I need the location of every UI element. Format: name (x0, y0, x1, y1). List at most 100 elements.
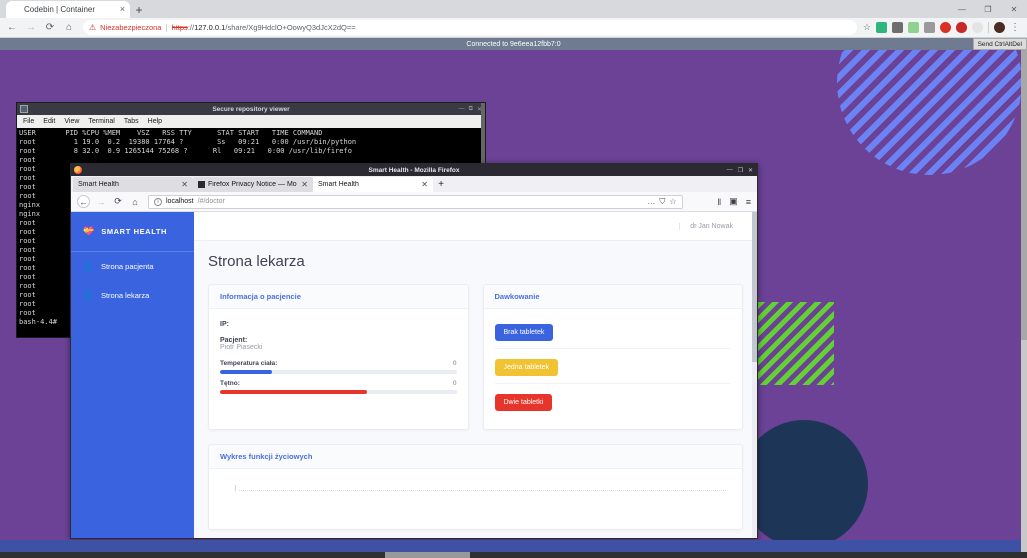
url-text: https://127.0.0.1/share/Xg9HdclO+OowyQ3d… (172, 23, 356, 32)
page-actions-icon[interactable]: … (647, 197, 655, 206)
extension-icon-4[interactable] (940, 22, 951, 33)
extension-icon-3[interactable] (924, 22, 935, 33)
smart-health-app: 💝 SMART HEALTH 👤 Strona pacjenta 👤 Stron… (71, 212, 757, 538)
restore-icon[interactable]: ❐ (738, 167, 743, 174)
chrome-menu-icon[interactable]: ⋮ (1010, 22, 1020, 33)
menu-item-file[interactable]: File (23, 118, 34, 125)
firefox-title-bar[interactable]: Smart Health - Mozilla Firefox — ❐ ✕ (71, 164, 757, 176)
reload-icon[interactable]: ⟳ (112, 196, 124, 207)
minimize-icon[interactable]: — (459, 106, 465, 113)
close-icon[interactable]: ✕ (748, 167, 753, 174)
dwie-tabletki-button[interactable]: Dwie tabletki (494, 394, 553, 411)
new-tab-button[interactable]: + (130, 1, 148, 18)
send-ctrl-alt-del-button[interactable]: Send CtrlAltDel (972, 38, 1027, 50)
firefox-address-bar[interactable]: i localhost/#/doctor … ⛉ ☆ (148, 194, 683, 209)
bookmark-star-icon[interactable]: ☆ (669, 197, 676, 206)
terminal-window-title: Secure repository viewer (212, 105, 290, 113)
decorative-striped-circle (837, 50, 1022, 175)
patient-info-card-body: IP: Pacjent: Piotr Piasecki Temperatura … (209, 309, 468, 405)
close-icon[interactable]: ✕ (301, 180, 308, 189)
terminal-window-controls: — ⧉ ✕ (459, 106, 482, 113)
security-status-label[interactable]: Niezabezpieczona (100, 23, 161, 32)
app-content-area: Strona lekarza Informacja o pacjencie IP… (194, 241, 757, 538)
reload-icon[interactable]: ⟳ (42, 20, 58, 36)
chrome-extensions-area: ☆ ⋮ (863, 22, 1023, 33)
sidebar-icon[interactable]: ▣ (729, 196, 738, 207)
minimize-icon[interactable]: — (727, 167, 733, 174)
menu-item-help[interactable]: Help (148, 118, 162, 125)
back-icon[interactable]: ← (4, 20, 20, 36)
forward-icon[interactable]: → (23, 20, 39, 36)
back-icon[interactable]: ← (77, 195, 90, 208)
dosing-card-heading: Dawkowanie (483, 285, 742, 309)
remote-desktop-horizontal-scrollbar[interactable] (0, 552, 1027, 558)
app-top-bar: dr Jan Nowak (194, 212, 757, 241)
shield-icon[interactable] (956, 22, 967, 33)
firefox-tab-2[interactable]: Firefox Privacy Notice — Mo ✕ (193, 177, 313, 192)
sidebar-item-strona-pacjenta[interactable]: 👤 Strona pacjenta (71, 252, 194, 281)
brak-tabletek-button[interactable]: Brak tabletek (494, 324, 554, 341)
tab-title: Firefox Privacy Notice — Mo (208, 181, 297, 188)
home-icon[interactable]: ⌂ (129, 197, 141, 207)
menu-item-view[interactable]: View (64, 118, 79, 125)
leaf-icon (11, 5, 20, 14)
shield-icon[interactable]: ⛉ (659, 197, 665, 207)
decorative-striped-square (758, 302, 834, 385)
metric-value: 0 (452, 380, 457, 387)
sidebar-item-label: Strona lekarza (100, 291, 150, 300)
maximize-icon[interactable]: ❐ (975, 0, 1001, 18)
dosing-card-body: Brak tabletek Jedna tabletek Dwie tablet… (484, 309, 743, 429)
info-icon[interactable]: i (154, 197, 162, 206)
chart-gridline (239, 490, 726, 491)
remote-desktop: Secure repository viewer — ⧉ ✕ File Edit… (0, 50, 1027, 558)
minimize-icon[interactable]: — (949, 0, 975, 18)
heart-pulse-icon: 💝 (83, 226, 95, 236)
jedna-tabletek-button[interactable]: Jedna tabletek (494, 359, 559, 376)
library-icon[interactable]: ‖ (718, 197, 722, 207)
address-bar[interactable]: ⚠ Niezabezpieczona | https://127.0.0.1/s… (83, 20, 857, 35)
camera-icon[interactable] (892, 22, 903, 33)
dose-row-0: Brak tabletek (494, 319, 731, 349)
menu-item-edit[interactable]: Edit (43, 118, 55, 125)
firefox-window-title: Smart Health - Mozilla Firefox (368, 166, 460, 174)
chart-axis-tick (235, 485, 236, 491)
remote-desktop-vertical-scrollbar[interactable] (1021, 50, 1027, 558)
metric-value: 0 (452, 360, 457, 367)
chrome-toolbar: ← → ⟳ ⌂ ⚠ Niezabezpieczona | https://127… (0, 18, 1027, 38)
url-host: 127.0.0.1 (194, 23, 226, 32)
menu-item-tabs[interactable]: Tabs (124, 118, 139, 125)
menu-item-terminal[interactable]: Terminal (88, 118, 114, 125)
chrome-tab-codebin[interactable]: Codebin | Container × (6, 1, 130, 18)
firefox-tab-1[interactable]: Smart Health ✕ (73, 177, 193, 192)
extension-icon-5[interactable] (972, 22, 983, 33)
dose-row-2: Dwie tabletki (494, 384, 732, 418)
extension-icon-2[interactable] (908, 22, 919, 33)
user-md-icon: 👤 (83, 291, 93, 300)
vnc-page: Connected to 9e6eea12fbb7:0 Send CtrlAlt… (0, 38, 1027, 558)
extension-icon-1[interactable] (876, 22, 887, 33)
metric-label: Temperatura ciała: (220, 360, 278, 367)
app-sidebar: 💝 SMART HEALTH 👤 Strona pacjenta 👤 Stron… (71, 212, 194, 538)
bookmark-star-icon[interactable]: ☆ (863, 22, 871, 33)
omnibox-divider: | (165, 23, 168, 32)
new-tab-button[interactable]: + (433, 177, 449, 192)
metric-temperature-row: Temperatura ciała: 0 (220, 360, 457, 367)
sidebar-item-strona-lekarza[interactable]: 👤 Strona lekarza (71, 281, 194, 310)
home-icon[interactable]: ⌂ (61, 20, 77, 36)
forward-icon[interactable]: → (95, 197, 107, 207)
close-icon[interactable]: ✕ (1001, 0, 1027, 18)
maximize-icon[interactable]: ⧉ (469, 106, 473, 113)
terminal-title-bar[interactable]: Secure repository viewer — ⧉ ✕ (17, 103, 485, 115)
firefox-tab-3[interactable]: Smart Health ✕ (313, 177, 433, 192)
vitals-chart-plot (209, 469, 742, 529)
close-icon[interactable]: ✕ (181, 180, 188, 189)
close-icon[interactable]: ✕ (421, 180, 428, 189)
app-scrollbar[interactable] (752, 212, 757, 538)
firefox-nav-bar: ← → ⟳ ⌂ i localhost/#/doctor … ⛉ ☆ ‖ ▣ ≡ (71, 192, 757, 212)
avatar[interactable] (994, 22, 1005, 33)
page-title: Strona lekarza (208, 253, 305, 270)
app-brand[interactable]: 💝 SMART HEALTH (71, 212, 194, 252)
firefox-window-controls: — ❐ ✕ (727, 167, 753, 174)
close-icon[interactable]: × (120, 5, 125, 14)
firefox-menu-icon[interactable]: ≡ (746, 197, 751, 207)
